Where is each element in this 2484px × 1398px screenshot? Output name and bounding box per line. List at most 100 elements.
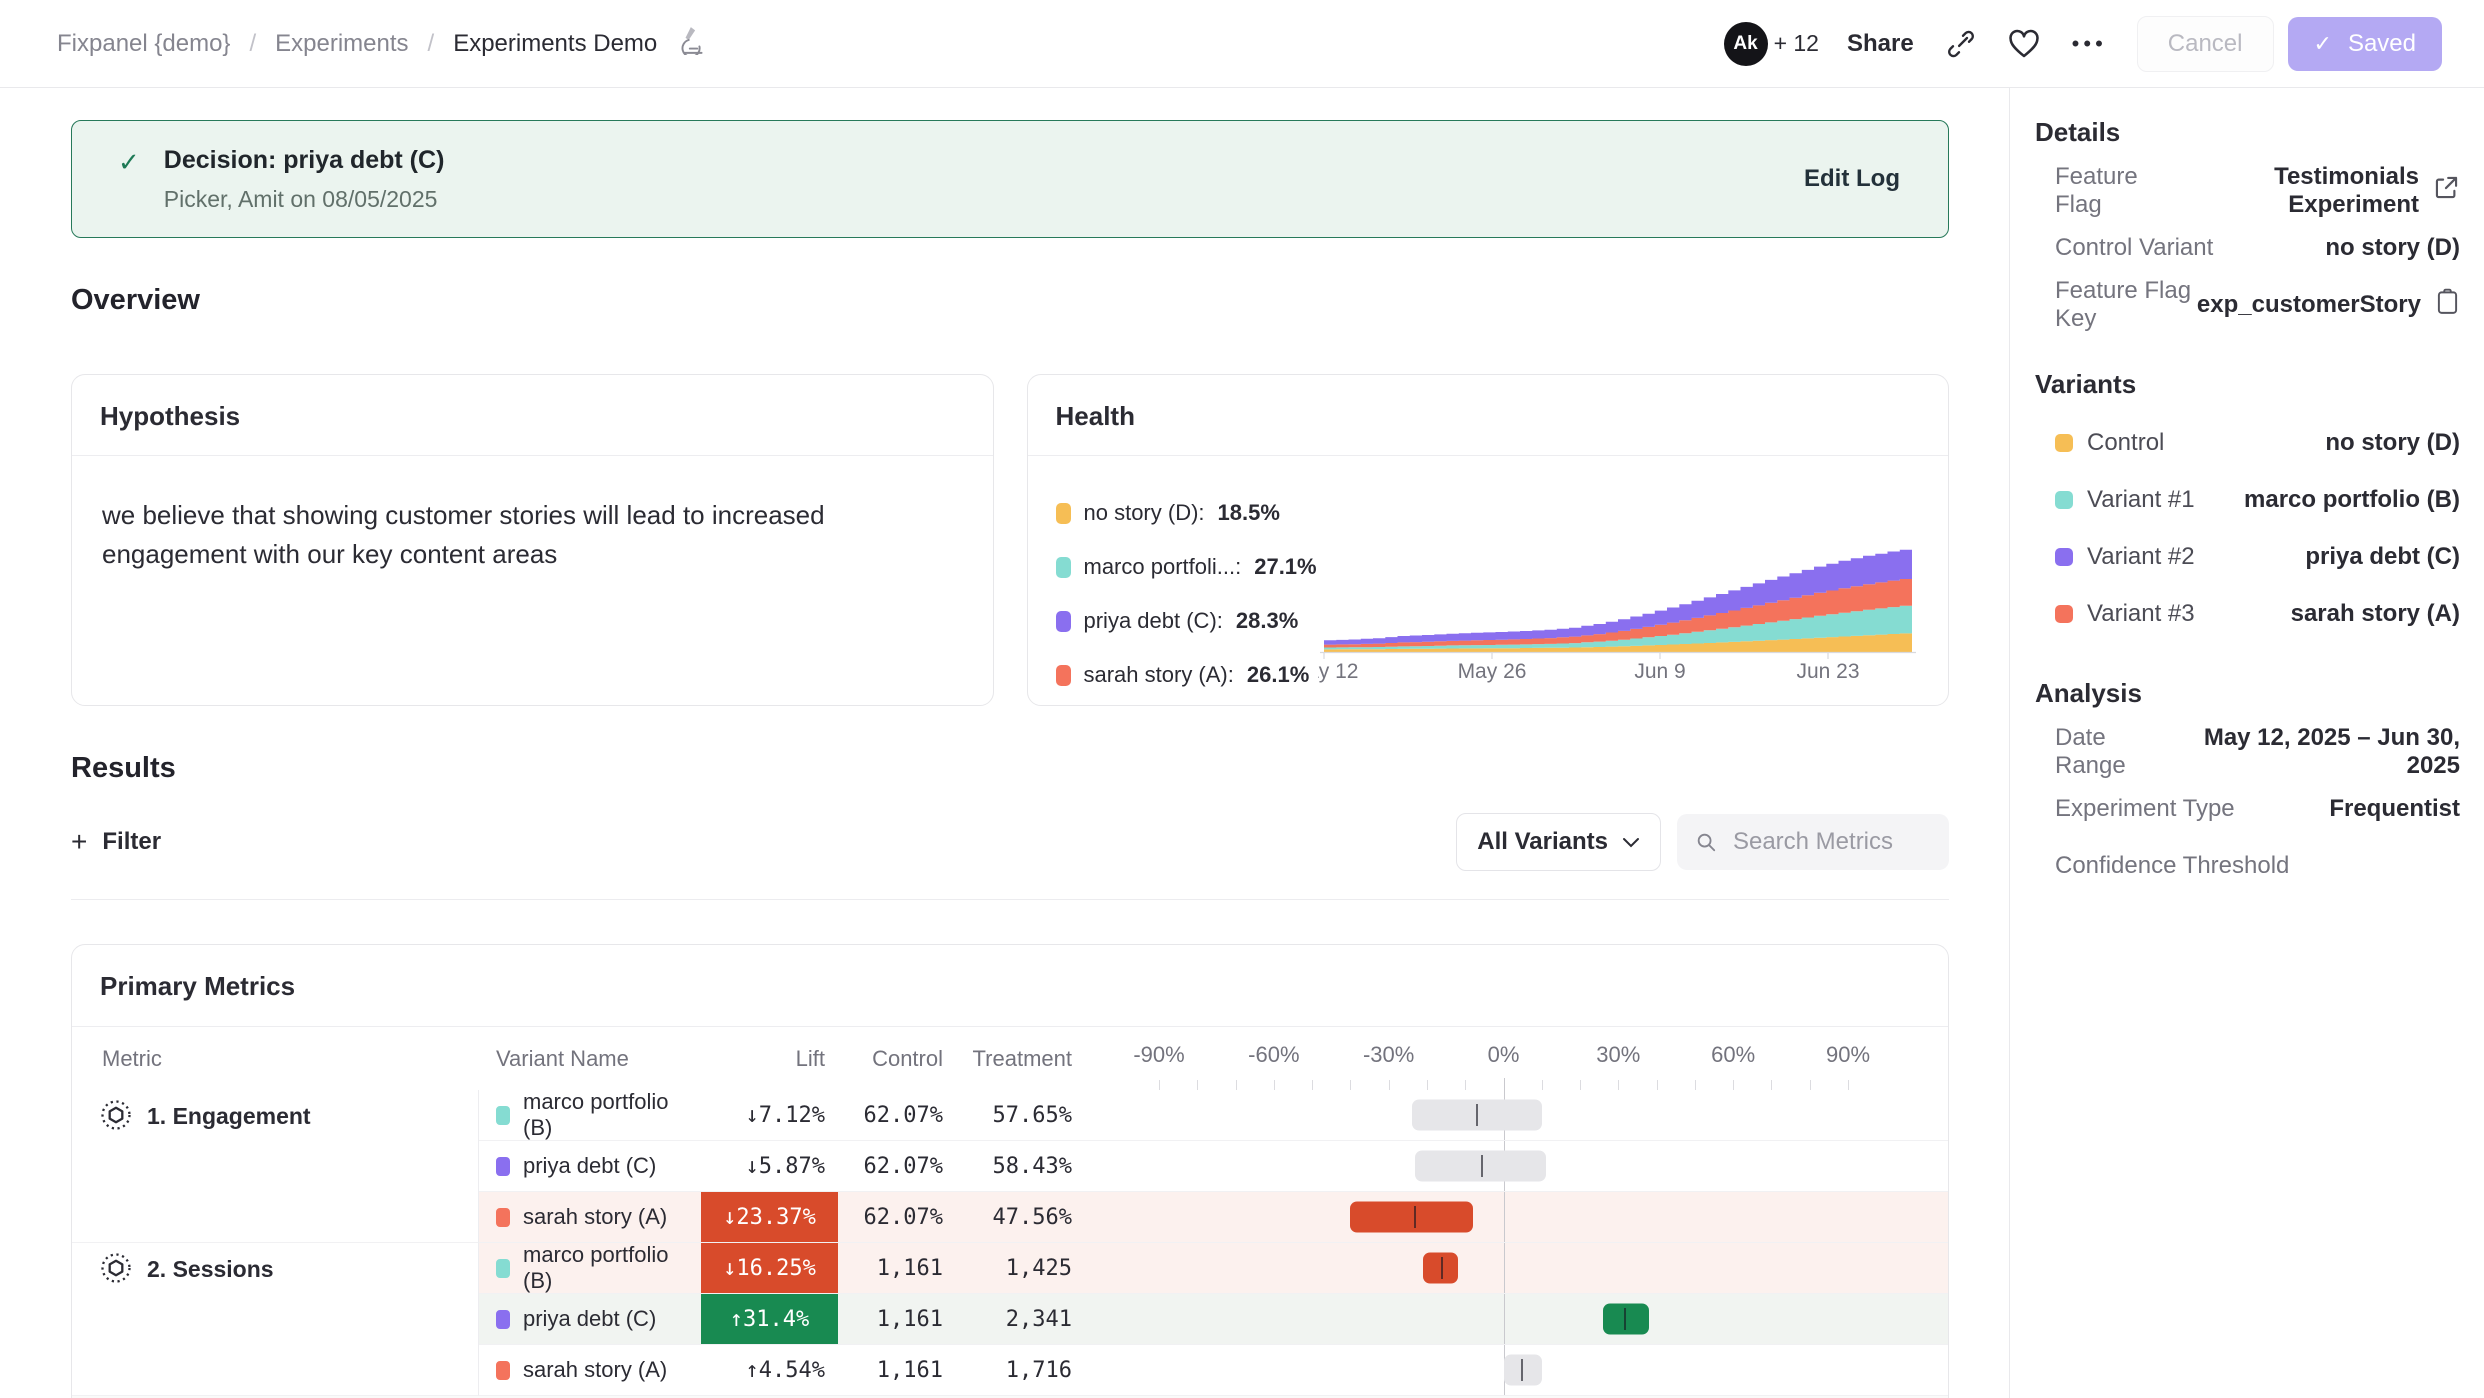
ci-axis-tick bbox=[1236, 1080, 1237, 1090]
ci-axis-tick bbox=[1312, 1080, 1313, 1090]
variants-label: Variant #2 bbox=[2055, 543, 2195, 571]
ci-axis-tick bbox=[1771, 1080, 1772, 1090]
primary-metrics-card: Primary Metrics Metric Variant Name Lift… bbox=[71, 944, 1949, 1398]
col-treatment: Treatment bbox=[953, 1027, 1086, 1090]
breadcrumb-item[interactable]: Fixpanel {demo} bbox=[57, 30, 230, 58]
variants-row: Variant #3sarah story (A) bbox=[2035, 585, 2460, 642]
metric-name: 1. Engagement bbox=[147, 1103, 311, 1130]
ci-axis-label: 60% bbox=[1711, 1042, 1755, 1068]
variant-name: sarah story (A) bbox=[523, 1204, 667, 1230]
analysis-value: May 12, 2025 – Jun 30, 2025 bbox=[2172, 724, 2460, 780]
lift-value: ↓7.12% bbox=[701, 1090, 838, 1141]
collaborators-count[interactable]: + 12 bbox=[1774, 30, 1819, 57]
analysis-label: Experiment Type bbox=[2055, 795, 2235, 823]
check-icon: ✓ bbox=[2314, 31, 2332, 57]
legend-swatch bbox=[1056, 503, 1071, 524]
variant-swatch bbox=[496, 1106, 510, 1125]
breadcrumb: Fixpanel {demo}/Experiments/Experiments … bbox=[57, 25, 706, 62]
variant-name-cell: sarah story (A) bbox=[479, 1192, 701, 1243]
details-value: exp_customerStory bbox=[2197, 287, 2460, 322]
ci-axis-tick bbox=[1389, 1080, 1390, 1090]
decision-subtitle: Picker, Amit on 08/05/2025 bbox=[164, 186, 445, 213]
variant-name-cell: priya debt (C) bbox=[479, 1141, 701, 1192]
filter-label: Filter bbox=[102, 828, 161, 856]
saved-button-label: Saved bbox=[2348, 30, 2416, 58]
variants-label: Control bbox=[2055, 429, 2164, 457]
legend-swatch bbox=[1056, 665, 1071, 686]
share-button[interactable]: Share bbox=[1847, 30, 1914, 58]
legend-swatch bbox=[1056, 557, 1071, 578]
decision-check-icon: ✓ bbox=[118, 147, 140, 178]
ci-axis-tick bbox=[1274, 1080, 1275, 1090]
confidence-interval-bar bbox=[1350, 1202, 1472, 1233]
treatment-value: 2,341 bbox=[953, 1294, 1086, 1345]
ci-chart-cell bbox=[1086, 1192, 1948, 1243]
variant-name-cell: priya debt (C) bbox=[479, 1294, 701, 1345]
details-sidebar: Details Feature FlagTestimonials Experim… bbox=[2010, 88, 2484, 1398]
col-lift: Lift bbox=[701, 1027, 838, 1090]
metric-goal-icon bbox=[100, 1252, 132, 1289]
analysis-row: Date RangeMay 12, 2025 – Jun 30, 2025 bbox=[2035, 723, 2460, 780]
ci-axis-label: 30% bbox=[1596, 1042, 1640, 1068]
breadcrumb-item[interactable]: Experiments bbox=[275, 30, 408, 58]
hypothesis-title: Hypothesis bbox=[72, 375, 993, 456]
cancel-button[interactable]: Cancel bbox=[2137, 16, 2274, 72]
variant-name-cell: marco portfolio (B) bbox=[479, 1243, 701, 1294]
ci-chart-cell bbox=[1086, 1345, 1948, 1396]
external-link-icon[interactable] bbox=[2433, 174, 2460, 208]
saved-button[interactable]: ✓ Saved bbox=[2288, 17, 2443, 71]
health-x-tick: Jun 9 bbox=[1634, 660, 1685, 683]
overview-heading: Overview bbox=[71, 284, 1949, 317]
legend-value: 18.5% bbox=[1218, 500, 1280, 526]
lift-value: ↓23.37% bbox=[701, 1192, 838, 1243]
treatment-value: 1,716 bbox=[953, 1345, 1086, 1396]
ci-axis-label: -90% bbox=[1133, 1042, 1184, 1068]
ci-axis bbox=[1159, 1192, 1848, 1242]
copy-icon[interactable] bbox=[2435, 287, 2460, 322]
health-title: Health bbox=[1028, 375, 1949, 456]
ci-axis-label: -30% bbox=[1363, 1042, 1414, 1068]
search-metrics-input[interactable] bbox=[1731, 827, 1931, 857]
details-row: Feature FlagTestimonials Experiment bbox=[2035, 162, 2460, 219]
variants-dropdown[interactable]: All Variants bbox=[1456, 813, 1661, 871]
variant-color-swatch bbox=[2055, 605, 2073, 623]
breadcrumb-item[interactable]: Experiments Demo bbox=[453, 30, 657, 58]
health-legend-item: no story (D): 18.5% bbox=[1056, 500, 1318, 526]
search-metrics-box[interactable] bbox=[1677, 814, 1949, 870]
ci-mean-tick bbox=[1481, 1155, 1483, 1177]
treatment-value: 57.65% bbox=[953, 1090, 1086, 1141]
main-content: ✓ Decision: priya debt (C) Picker, Amit … bbox=[0, 88, 2010, 1398]
plus-icon: + bbox=[71, 826, 87, 858]
details-heading: Details bbox=[2035, 117, 2460, 148]
lift-value: ↑31.4% bbox=[701, 1294, 838, 1345]
treatment-value: 1,425 bbox=[953, 1243, 1086, 1294]
hypothesis-card: Hypothesis we believe that showing custo… bbox=[71, 374, 994, 706]
edit-log-button[interactable]: Edit Log bbox=[1804, 165, 1900, 193]
variant-swatch bbox=[496, 1310, 510, 1329]
variant-color-swatch bbox=[2055, 548, 2073, 566]
copy-link-icon[interactable] bbox=[1946, 29, 1976, 59]
variants-dropdown-value: All Variants bbox=[1477, 828, 1608, 856]
health-card: Health no story (D): 18.5%marco portfoli… bbox=[1027, 374, 1950, 706]
details-row: Control Variantno story (D) bbox=[2035, 219, 2460, 276]
ci-axis bbox=[1159, 1090, 1848, 1140]
ci-mean-tick bbox=[1476, 1104, 1478, 1126]
more-options-button[interactable]: ••• bbox=[2072, 31, 2107, 57]
ci-axis-tick bbox=[1542, 1080, 1543, 1090]
variant-name: priya debt (C) bbox=[523, 1153, 656, 1179]
ci-axis-tick bbox=[1350, 1080, 1351, 1090]
microscope-icon bbox=[676, 25, 706, 62]
ci-axis-label: 0% bbox=[1488, 1042, 1520, 1068]
variant-name: sarah story (A) bbox=[523, 1357, 667, 1383]
details-label: Feature Flag bbox=[2055, 163, 2175, 219]
lift-value: ↓16.25% bbox=[701, 1243, 838, 1294]
ci-axis-tick bbox=[1733, 1080, 1734, 1090]
variants-value: marco portfolio (B) bbox=[2244, 486, 2460, 514]
ci-mean-tick bbox=[1414, 1206, 1416, 1228]
avatar[interactable]: Ak bbox=[1724, 22, 1768, 66]
health-legend-item: sarah story (A): 26.1% bbox=[1056, 662, 1318, 688]
add-filter-button[interactable]: + Filter bbox=[71, 826, 161, 858]
favorite-heart-icon[interactable] bbox=[2008, 29, 2040, 59]
health-area-chart: May 12May 26Jun 9Jun 23 bbox=[1318, 484, 1918, 684]
metric-group-cell: 2. Sessions bbox=[72, 1243, 479, 1396]
